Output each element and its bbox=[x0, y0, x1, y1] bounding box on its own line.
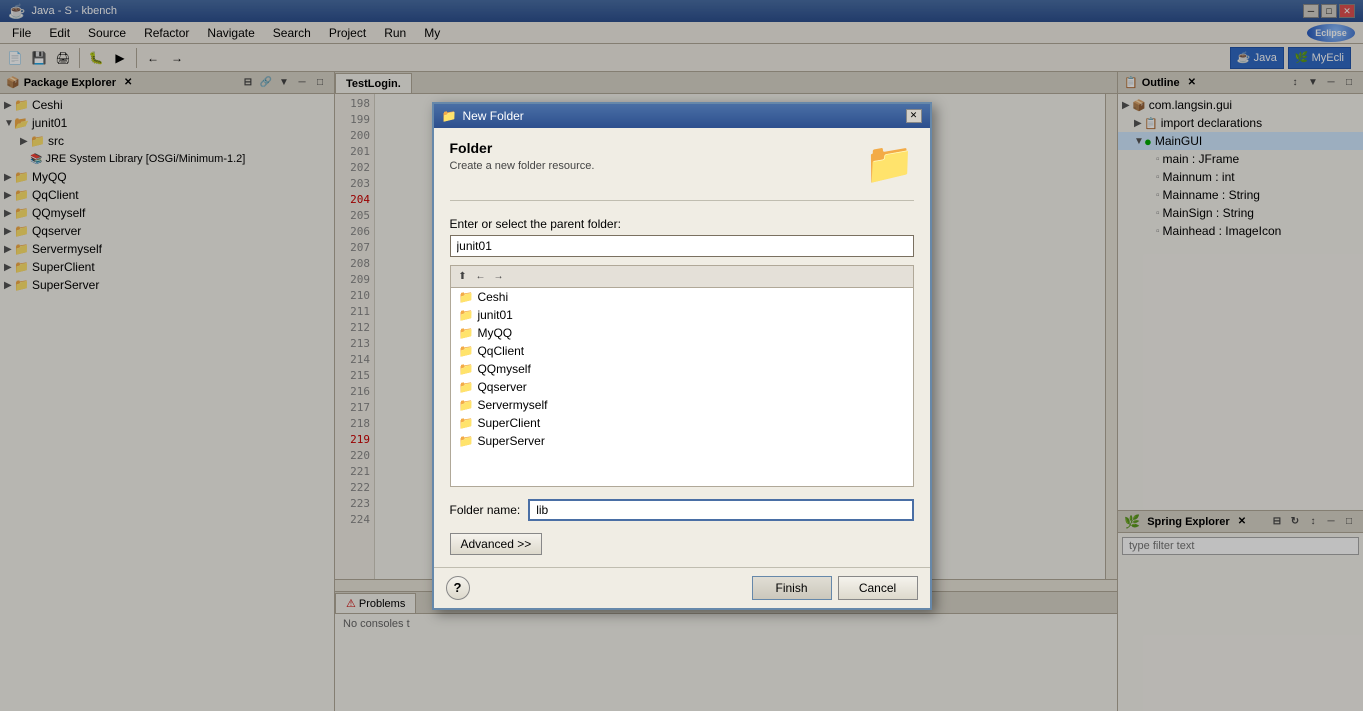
advanced-button[interactable]: Advanced >> bbox=[450, 533, 543, 555]
parent-folder-label: Enter or select the parent folder: bbox=[450, 217, 914, 231]
folder-name-label: Folder name: bbox=[450, 503, 521, 517]
dialog-tree-label-superserver: SuperServer bbox=[477, 434, 544, 448]
dialog-tree-item-myqq[interactable]: 📁 MyQQ bbox=[451, 324, 913, 342]
folder-icon: 📁 bbox=[459, 326, 474, 340]
dialog-title-text: Folder Create a new folder resource. bbox=[450, 140, 866, 172]
tree-toolbar-forward-icon[interactable]: → bbox=[491, 268, 507, 284]
folder-icon: 📁 bbox=[459, 416, 474, 430]
dialog-body: Folder Create a new folder resource. 📁 E… bbox=[434, 128, 930, 567]
new-folder-dialog: 📁 New Folder ✕ Folder Create a new folde… bbox=[432, 102, 932, 610]
dialog-tree-label-junit01: junit01 bbox=[477, 308, 512, 322]
folder-icon: 📁 bbox=[459, 344, 474, 358]
cancel-button[interactable]: Cancel bbox=[838, 576, 918, 600]
dialog-close-button[interactable]: ✕ bbox=[906, 109, 922, 123]
dialog-tree-item-qqserver[interactable]: 📁 Qqserver bbox=[451, 378, 913, 396]
dialog-title-controls: ✕ bbox=[906, 109, 922, 123]
dialog-tree-label-myqq: MyQQ bbox=[477, 326, 512, 340]
dialog-tree-item-ceshi[interactable]: 📁 Ceshi bbox=[451, 288, 913, 306]
dialog-tree-label-servermyself: Servermyself bbox=[477, 398, 547, 412]
finish-button[interactable]: Finish bbox=[752, 576, 832, 600]
folder-icon: 📁 bbox=[459, 398, 474, 412]
dialog-folder-icon: 📁 bbox=[866, 140, 914, 188]
folder-name-row: Folder name: bbox=[450, 499, 914, 521]
dialog-header-section: Folder Create a new folder resource. 📁 bbox=[450, 140, 914, 201]
folder-icon: 📁 bbox=[459, 380, 474, 394]
tree-toolbar: ⬆ ← → bbox=[450, 265, 914, 287]
folder-name-input[interactable] bbox=[528, 499, 913, 521]
folder-icon: 📁 bbox=[459, 434, 474, 448]
tree-toolbar-back-icon[interactable]: ← bbox=[473, 268, 489, 284]
dialog-tree-item-junit01[interactable]: 📁 junit01 bbox=[451, 306, 913, 324]
dialog-title-bar: 📁 New Folder ✕ bbox=[434, 104, 930, 128]
dialog-tree-item-qqmyself[interactable]: 📁 QQmyself bbox=[451, 360, 913, 378]
dialog-title-label: New Folder bbox=[462, 109, 523, 123]
dialog-footer-right: Finish Cancel bbox=[752, 576, 918, 600]
dialog-tree-label-ceshi: Ceshi bbox=[477, 290, 508, 304]
folder-icon: 📁 bbox=[459, 362, 474, 376]
dialog-tree-item-qqclient[interactable]: 📁 QqClient bbox=[451, 342, 913, 360]
dialog-tree-area: 📁 Ceshi 📁 junit01 📁 MyQQ 📁 QqClient 📁 bbox=[450, 287, 914, 487]
folder-icon: 📁 bbox=[459, 308, 474, 322]
dialog-tree-label-qqclient: QqClient bbox=[477, 344, 524, 358]
modal-overlay: 📁 New Folder ✕ Folder Create a new folde… bbox=[0, 0, 1363, 711]
dialog-tree-label-superclient: SuperClient bbox=[477, 416, 540, 430]
dialog-section-title: Folder bbox=[450, 140, 866, 156]
dialog-tree-item-servermyself[interactable]: 📁 Servermyself bbox=[451, 396, 913, 414]
folder-icon: 📁 bbox=[459, 290, 474, 304]
dialog-footer: ? Finish Cancel bbox=[434, 567, 930, 608]
tree-toolbar-up-icon[interactable]: ⬆ bbox=[455, 268, 471, 284]
parent-folder-input[interactable] bbox=[450, 235, 914, 257]
dialog-title-left: 📁 New Folder bbox=[442, 109, 524, 123]
dialog-section-desc: Create a new folder resource. bbox=[450, 160, 866, 172]
help-button[interactable]: ? bbox=[446, 576, 470, 600]
dialog-tree-item-superclient[interactable]: 📁 SuperClient bbox=[451, 414, 913, 432]
dialog-title-icon: 📁 bbox=[442, 109, 457, 123]
dialog-tree-label-qqserver: Qqserver bbox=[477, 380, 526, 394]
dialog-tree-item-superserver[interactable]: 📁 SuperServer bbox=[451, 432, 913, 450]
dialog-tree-label-qqmyself: QQmyself bbox=[477, 362, 530, 376]
